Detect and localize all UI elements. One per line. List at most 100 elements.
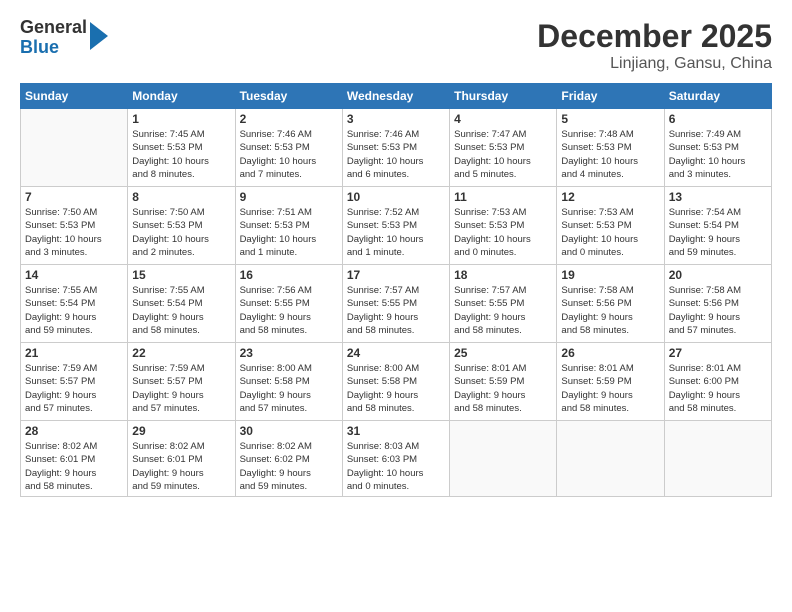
day-info: Sunrise: 7:59 AM Sunset: 5:57 PM Dayligh… [25, 362, 123, 415]
calendar-cell: 4 Sunrise: 7:47 AM Sunset: 5:53 PM Daylig… [450, 109, 557, 187]
calendar-cell: 2Sunrise: 7:46 AM Sunset: 5:53 PM Daylig… [235, 109, 342, 187]
day-info: Sunrise: 7:50 AM Sunset: 5:53 PM Dayligh… [132, 206, 230, 259]
calendar-cell: 9Sunrise: 7:51 AM Sunset: 5:53 PM Daylig… [235, 187, 342, 265]
day-number: 4 [454, 112, 552, 126]
calendar-cell: 25 Sunrise: 8:01 AM Sunset: 5:59 PM Dayli… [450, 343, 557, 421]
calendar-table: SundayMondayTuesdayWednesdayThursdayFrid… [20, 83, 772, 497]
logo-line2: Blue [20, 38, 87, 58]
day-info: Sunrise: 7:59 AM Sunset: 5:57 PM Dayligh… [132, 362, 230, 415]
weekday-header: Saturday [664, 84, 771, 109]
calendar-header: SundayMondayTuesdayWednesdayThursdayFrid… [21, 84, 772, 109]
day-number: 15 [132, 268, 230, 282]
day-info: Sunrise: 7:47 AM Sunset: 5:53 PM Dayligh… [454, 128, 552, 181]
calendar-cell: 15 Sunrise: 7:55 AM Sunset: 5:54 PM Dayli… [128, 265, 235, 343]
header: General Blue December 2025 Linjiang, Gan… [20, 18, 772, 73]
day-number: 10 [347, 190, 445, 204]
day-info: Sunrise: 7:55 AM Sunset: 5:54 PM Dayligh… [25, 284, 123, 337]
day-number: 7 [25, 190, 123, 204]
calendar-cell: 7 Sunrise: 7:50 AM Sunset: 5:53 PM Daylig… [21, 187, 128, 265]
day-info: Sunrise: 7:58 AM Sunset: 5:56 PM Dayligh… [669, 284, 767, 337]
day-info: Sunrise: 7:53 AM Sunset: 5:53 PM Dayligh… [454, 206, 552, 259]
calendar-row: 1Sunrise: 7:45 AM Sunset: 5:53 PM Daylig… [21, 109, 772, 187]
weekday-header: Friday [557, 84, 664, 109]
calendar-cell: 30 Sunrise: 8:02 AM Sunset: 6:02 PM Dayli… [235, 421, 342, 497]
day-info: Sunrise: 7:49 AM Sunset: 5:53 PM Dayligh… [669, 128, 767, 181]
day-info: Sunrise: 8:02 AM Sunset: 6:02 PM Dayligh… [240, 440, 338, 493]
calendar-cell: 16 Sunrise: 7:56 AM Sunset: 5:55 PM Dayli… [235, 265, 342, 343]
day-number: 20 [669, 268, 767, 282]
calendar-cell [21, 109, 128, 187]
day-info: Sunrise: 8:02 AM Sunset: 6:01 PM Dayligh… [132, 440, 230, 493]
day-info: Sunrise: 8:02 AM Sunset: 6:01 PM Dayligh… [25, 440, 123, 493]
day-number: 8 [132, 190, 230, 204]
weekday-header: Sunday [21, 84, 128, 109]
calendar-row: 14 Sunrise: 7:55 AM Sunset: 5:54 PM Dayli… [21, 265, 772, 343]
calendar-body: 1Sunrise: 7:45 AM Sunset: 5:53 PM Daylig… [21, 109, 772, 497]
calendar-cell: 1Sunrise: 7:45 AM Sunset: 5:53 PM Daylig… [128, 109, 235, 187]
day-number: 30 [240, 424, 338, 438]
day-info: Sunrise: 7:57 AM Sunset: 5:55 PM Dayligh… [454, 284, 552, 337]
day-number: 29 [132, 424, 230, 438]
day-number: 14 [25, 268, 123, 282]
logo-text: General Blue [20, 18, 87, 58]
day-number: 18 [454, 268, 552, 282]
calendar-cell: 31Sunrise: 8:03 AM Sunset: 6:03 PM Dayli… [342, 421, 449, 497]
calendar-row: 7 Sunrise: 7:50 AM Sunset: 5:53 PM Daylig… [21, 187, 772, 265]
day-number: 27 [669, 346, 767, 360]
calendar-cell: 6Sunrise: 7:49 AM Sunset: 5:53 PM Daylig… [664, 109, 771, 187]
day-number: 5 [561, 112, 659, 126]
day-info: Sunrise: 8:00 AM Sunset: 5:58 PM Dayligh… [347, 362, 445, 415]
day-info: Sunrise: 7:56 AM Sunset: 5:55 PM Dayligh… [240, 284, 338, 337]
day-number: 23 [240, 346, 338, 360]
weekday-header: Thursday [450, 84, 557, 109]
calendar-row: 21Sunrise: 7:59 AM Sunset: 5:57 PM Dayli… [21, 343, 772, 421]
day-info: Sunrise: 8:00 AM Sunset: 5:58 PM Dayligh… [240, 362, 338, 415]
day-info: Sunrise: 8:01 AM Sunset: 5:59 PM Dayligh… [454, 362, 552, 415]
day-number: 16 [240, 268, 338, 282]
page-subtitle: Linjiang, Gansu, China [537, 55, 772, 73]
day-number: 26 [561, 346, 659, 360]
day-number: 3 [347, 112, 445, 126]
day-info: Sunrise: 7:51 AM Sunset: 5:53 PM Dayligh… [240, 206, 338, 259]
calendar-cell: 24Sunrise: 8:00 AM Sunset: 5:58 PM Dayli… [342, 343, 449, 421]
calendar-cell: 13Sunrise: 7:54 AM Sunset: 5:54 PM Dayli… [664, 187, 771, 265]
calendar-cell: 26Sunrise: 8:01 AM Sunset: 5:59 PM Dayli… [557, 343, 664, 421]
calendar-cell [664, 421, 771, 497]
calendar-cell: 29 Sunrise: 8:02 AM Sunset: 6:01 PM Dayli… [128, 421, 235, 497]
calendar-cell [450, 421, 557, 497]
calendar-cell: 14 Sunrise: 7:55 AM Sunset: 5:54 PM Dayli… [21, 265, 128, 343]
day-number: 19 [561, 268, 659, 282]
calendar-cell: 3Sunrise: 7:46 AM Sunset: 5:53 PM Daylig… [342, 109, 449, 187]
page-title: December 2025 [537, 18, 772, 55]
calendar-cell: 8 Sunrise: 7:50 AM Sunset: 5:53 PM Daylig… [128, 187, 235, 265]
weekday-header: Wednesday [342, 84, 449, 109]
logo-line1: General [20, 18, 87, 38]
weekday-header: Tuesday [235, 84, 342, 109]
logo-arrow-icon [90, 22, 108, 50]
day-number: 2 [240, 112, 338, 126]
day-info: Sunrise: 7:50 AM Sunset: 5:53 PM Dayligh… [25, 206, 123, 259]
calendar-cell: 19 Sunrise: 7:58 AM Sunset: 5:56 PM Dayli… [557, 265, 664, 343]
page: General Blue December 2025 Linjiang, Gan… [0, 0, 792, 612]
day-number: 17 [347, 268, 445, 282]
day-info: Sunrise: 7:57 AM Sunset: 5:55 PM Dayligh… [347, 284, 445, 337]
calendar-row: 28 Sunrise: 8:02 AM Sunset: 6:01 PM Dayli… [21, 421, 772, 497]
day-number: 12 [561, 190, 659, 204]
day-number: 28 [25, 424, 123, 438]
day-number: 31 [347, 424, 445, 438]
calendar-cell: 18 Sunrise: 7:57 AM Sunset: 5:55 PM Dayli… [450, 265, 557, 343]
day-info: Sunrise: 7:58 AM Sunset: 5:56 PM Dayligh… [561, 284, 659, 337]
calendar-cell: 28 Sunrise: 8:02 AM Sunset: 6:01 PM Dayli… [21, 421, 128, 497]
day-info: Sunrise: 7:48 AM Sunset: 5:53 PM Dayligh… [561, 128, 659, 181]
day-info: Sunrise: 7:55 AM Sunset: 5:54 PM Dayligh… [132, 284, 230, 337]
logo: General Blue [20, 18, 108, 58]
calendar-cell: 23 Sunrise: 8:00 AM Sunset: 5:58 PM Dayli… [235, 343, 342, 421]
calendar-cell: 11Sunrise: 7:53 AM Sunset: 5:53 PM Dayli… [450, 187, 557, 265]
calendar-cell: 21Sunrise: 7:59 AM Sunset: 5:57 PM Dayli… [21, 343, 128, 421]
day-number: 25 [454, 346, 552, 360]
day-number: 13 [669, 190, 767, 204]
day-info: Sunrise: 7:52 AM Sunset: 5:53 PM Dayligh… [347, 206, 445, 259]
title-section: December 2025 Linjiang, Gansu, China [537, 18, 772, 73]
weekday-header: Monday [128, 84, 235, 109]
calendar-cell: 10 Sunrise: 7:52 AM Sunset: 5:53 PM Dayli… [342, 187, 449, 265]
